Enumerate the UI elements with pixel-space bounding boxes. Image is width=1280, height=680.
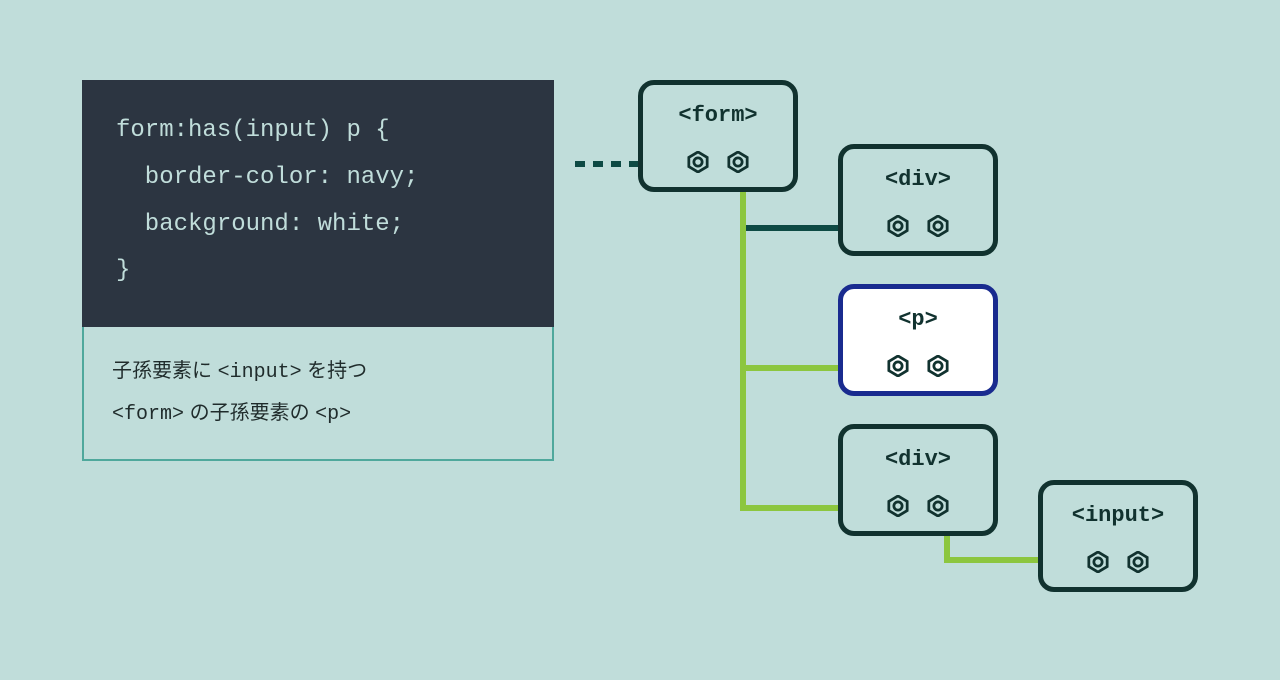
- port-icon: [687, 151, 709, 173]
- node-input: <input>: [1038, 480, 1198, 592]
- node-ports: [843, 355, 993, 377]
- port-icon: [927, 495, 949, 517]
- node-ports: [843, 215, 993, 237]
- node-div-1: <div>: [838, 144, 998, 256]
- node-div-2: <div>: [838, 424, 998, 536]
- port-icon: [727, 151, 749, 173]
- node-form: <form>: [638, 80, 798, 192]
- node-p: <p>: [838, 284, 998, 396]
- port-icon: [887, 215, 909, 237]
- port-icon: [887, 355, 909, 377]
- node-ports: [643, 151, 793, 173]
- port-icon: [927, 215, 949, 237]
- node-div-1-label: <div>: [885, 167, 951, 192]
- node-ports: [843, 495, 993, 517]
- node-ports: [1043, 551, 1193, 573]
- node-form-label: <form>: [678, 103, 757, 128]
- diagram: <form> <div> <p> <div> <input>: [0, 0, 1280, 680]
- node-p-label: <p>: [898, 307, 938, 332]
- port-icon: [927, 355, 949, 377]
- node-div-2-label: <div>: [885, 447, 951, 472]
- port-icon: [1127, 551, 1149, 573]
- node-input-label: <input>: [1072, 503, 1164, 528]
- port-icon: [887, 495, 909, 517]
- port-icon: [1087, 551, 1109, 573]
